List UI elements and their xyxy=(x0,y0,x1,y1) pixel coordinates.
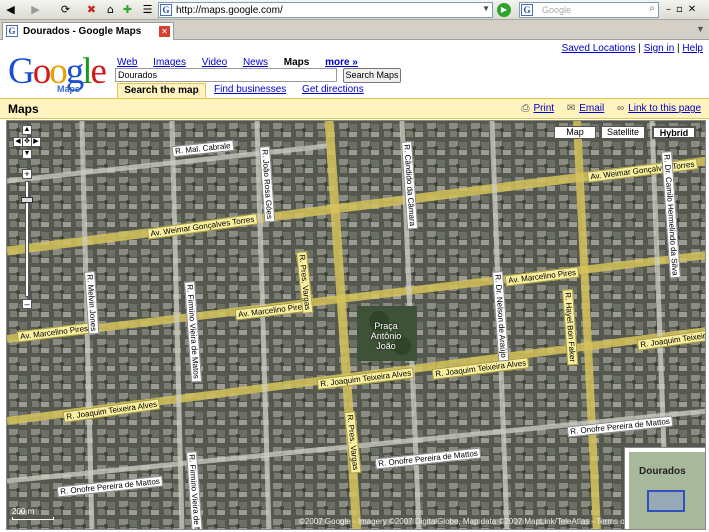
scale-bar xyxy=(12,517,54,520)
search-tabs: Find businesses Get directions xyxy=(214,84,377,95)
link-icon[interactable]: ∞ xyxy=(617,103,624,114)
close-tab-icon[interactable]: ✕ xyxy=(159,26,170,37)
pan-down-icon[interactable]: ▼ xyxy=(22,149,32,159)
nav-video[interactable]: Video xyxy=(202,57,227,68)
search-icon[interactable]: ⌕ xyxy=(649,3,655,14)
email-icon[interactable]: ✉ xyxy=(567,103,575,114)
url-text: http://maps.google.com/ xyxy=(176,5,283,16)
nav-maps: Maps xyxy=(283,57,310,68)
map-type-satellite-button[interactable]: Satellite xyxy=(601,126,645,139)
scale-label: 200 m xyxy=(12,507,35,516)
tab-search-the-map[interactable]: Search the map xyxy=(117,83,206,98)
bookmark-icon[interactable]: ✚ xyxy=(120,3,135,17)
chevron-down-icon[interactable]: ▼ xyxy=(482,4,490,13)
search-input[interactable]: Dourados xyxy=(115,68,337,82)
maps-bar: Maps ⎙ Print ✉ Email ∞ Link to this page xyxy=(0,98,709,119)
reload-icon[interactable]: ⟳ xyxy=(58,3,73,17)
saved-locations-link[interactable]: Saved Locations xyxy=(562,43,636,54)
link-to-page[interactable]: Link to this page xyxy=(628,103,701,114)
account-links: Saved Locations | Sign in | Help xyxy=(561,43,703,54)
zoom-in-icon[interactable]: + xyxy=(22,169,32,179)
nav-images[interactable]: Images xyxy=(153,57,186,68)
map-canvas[interactable]: Av. Weimar Gonçalves Torres Av. Weimar G… xyxy=(6,120,706,530)
window-controls[interactable]: –▫✕ xyxy=(666,4,701,15)
history-icon[interactable]: ☰ xyxy=(140,3,155,17)
tab-get-directions[interactable]: Get directions xyxy=(302,84,364,95)
browser-toolbar: ◀ ▶ ⟳ ✖ ⌂ ✚ ☰ G http://maps.google.com/ … xyxy=(0,0,709,20)
back-icon[interactable]: ◀ xyxy=(3,3,18,17)
logo-subtitle: Maps xyxy=(57,84,81,94)
search-nav: Web Images Video News Maps more » xyxy=(117,57,371,68)
google-favicon-icon: G xyxy=(160,4,172,16)
overview-map-view[interactable]: Dourados xyxy=(629,452,705,529)
browser-search-box[interactable]: G Google ⌕ xyxy=(519,2,659,18)
nav-web[interactable]: Web xyxy=(117,57,137,68)
google-favicon-icon: G xyxy=(6,25,18,37)
print-link[interactable]: Print xyxy=(534,103,555,114)
home-icon[interactable]: ⌂ xyxy=(103,3,118,17)
pan-right-icon[interactable]: ▶ xyxy=(31,137,41,147)
map-type-map-button[interactable]: Map xyxy=(554,126,596,139)
google-favicon-icon: G xyxy=(521,4,533,16)
help-link[interactable]: Help xyxy=(682,43,703,54)
tab-list-icon[interactable]: ▼ xyxy=(696,24,705,34)
zoom-out-icon[interactable]: – xyxy=(22,299,32,309)
map-type-hybrid-button[interactable]: Hybrid xyxy=(652,126,696,139)
overview-viewport[interactable] xyxy=(647,490,685,512)
sign-in-link[interactable]: Sign in xyxy=(644,43,675,54)
email-link[interactable]: Email xyxy=(579,103,604,114)
tab-find-businesses[interactable]: Find businesses xyxy=(214,84,286,95)
nav-more[interactable]: more » xyxy=(325,57,358,68)
search-maps-button[interactable]: Search Maps xyxy=(343,68,401,83)
map-scale: 200 m xyxy=(12,507,54,520)
overview-map-label: Dourados xyxy=(639,466,686,477)
tab-title: Dourados - Google Maps xyxy=(23,26,142,37)
url-bar[interactable]: G http://maps.google.com/ ▼ xyxy=(158,2,493,18)
tab-bar: G Dourados - Google Maps ✕ xyxy=(0,20,709,40)
map-copyright: ©2007 Google - Imagery ©2007 DigitalGlob… xyxy=(299,517,644,526)
go-button[interactable]: ▶ xyxy=(497,3,511,17)
overview-map[interactable]: Dourados xyxy=(624,447,705,529)
search-placeholder: Google xyxy=(542,5,572,15)
logo-text: G xyxy=(8,51,35,92)
zoom-control: ▲ ◀ ✥ ▶ ▼ + – xyxy=(13,125,41,315)
nav-news[interactable]: News xyxy=(243,57,268,68)
maps-title: Maps xyxy=(8,102,39,116)
zoom-slider-handle[interactable] xyxy=(21,197,33,203)
stop-icon[interactable]: ✖ xyxy=(84,3,99,17)
browser-tab[interactable]: G Dourados - Google Maps ✕ xyxy=(2,22,174,40)
print-icon[interactable]: ⎙ xyxy=(522,103,530,114)
pan-up-icon[interactable]: ▲ xyxy=(22,125,32,135)
forward-icon[interactable]: ▶ xyxy=(28,3,43,17)
place-label: Praça Antônio João xyxy=(370,321,402,351)
